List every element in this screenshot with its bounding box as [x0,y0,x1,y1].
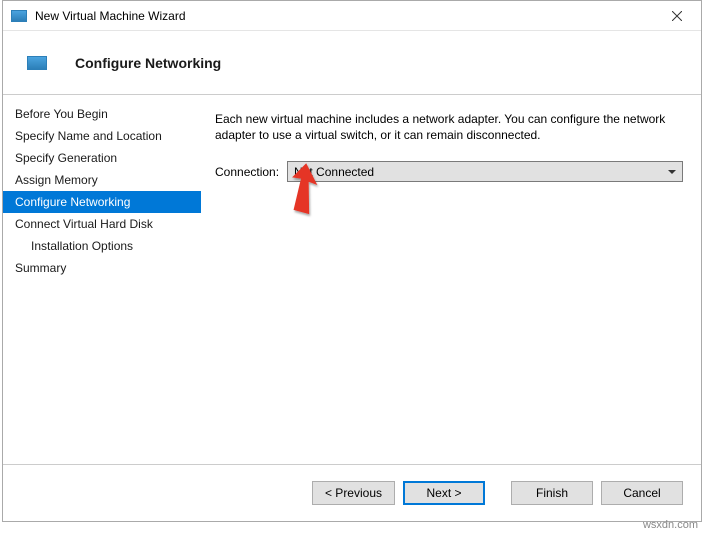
page-title: Configure Networking [75,55,221,71]
step-specify-generation[interactable]: Specify Generation [3,147,201,169]
window-title: New Virtual Machine Wizard [35,9,657,23]
description-text: Each new virtual machine includes a netw… [215,111,683,143]
watermark-text: wsxdn.com [643,519,698,531]
step-installation-options[interactable]: Installation Options [3,235,201,257]
app-icon [11,10,27,22]
connection-value: Not Connected [294,165,374,179]
wizard-steps: Before You Begin Specify Name and Locati… [3,95,201,464]
step-configure-networking[interactable]: Configure Networking [3,191,201,213]
step-assign-memory[interactable]: Assign Memory [3,169,201,191]
titlebar: New Virtual Machine Wizard [3,1,701,31]
step-before-you-begin[interactable]: Before You Begin [3,103,201,125]
step-connect-vhd[interactable]: Connect Virtual Hard Disk [3,213,201,235]
wizard-icon [27,56,47,70]
connection-dropdown[interactable]: Not Connected [287,161,683,182]
previous-button[interactable]: < Previous [312,481,395,505]
cancel-button[interactable]: Cancel [601,481,683,505]
wizard-footer: < Previous Next > Finish Cancel [3,465,701,521]
finish-button[interactable]: Finish [511,481,593,505]
connection-row: Connection: Not Connected [215,161,683,182]
wizard-content: Each new virtual machine includes a netw… [201,95,701,464]
step-summary[interactable]: Summary [3,257,201,279]
close-button[interactable] [657,2,697,30]
connection-label: Connection: [215,165,279,179]
step-specify-name[interactable]: Specify Name and Location [3,125,201,147]
wizard-header: Configure Networking [3,31,701,95]
wizard-body: Before You Begin Specify Name and Locati… [3,95,701,465]
wizard-window: New Virtual Machine Wizard Configure Net… [2,0,702,522]
chevron-down-icon [668,170,676,174]
close-icon [672,11,682,21]
next-button[interactable]: Next > [403,481,485,505]
